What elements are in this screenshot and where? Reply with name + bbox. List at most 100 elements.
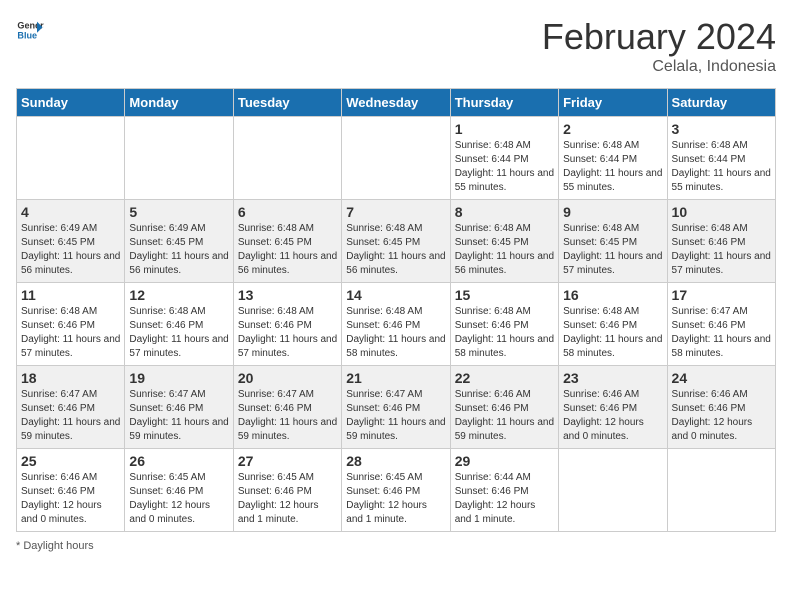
day-number: 7 [346,204,445,220]
day-info: Sunrise: 6:48 AMSunset: 6:46 PMDaylight:… [455,305,554,361]
logo: General Blue [16,16,44,44]
month-title: February 2024 [542,16,776,58]
day-info: Sunrise: 6:47 AMSunset: 6:46 PMDaylight:… [346,388,445,444]
day-info: Sunrise: 6:47 AMSunset: 6:46 PMDaylight:… [129,388,228,444]
day-number: 11 [21,287,120,303]
calendar-week-row: 25 Sunrise: 6:46 AMSunset: 6:46 PMDayligh… [17,449,776,532]
day-info: Sunrise: 6:48 AMSunset: 6:44 PMDaylight:… [455,139,554,195]
day-number: 24 [672,370,771,386]
calendar-cell: 7 Sunrise: 6:48 AMSunset: 6:45 PMDaylight… [342,200,450,283]
calendar-cell: 23 Sunrise: 6:46 AMSunset: 6:46 PMDayligh… [559,366,667,449]
day-info: Sunrise: 6:48 AMSunset: 6:46 PMDaylight:… [21,305,120,361]
day-header-saturday: Saturday [667,89,775,117]
calendar-cell [125,117,233,200]
calendar-cell: 14 Sunrise: 6:48 AMSunset: 6:46 PMDayligh… [342,283,450,366]
calendar-cell [233,117,341,200]
calendar-cell: 15 Sunrise: 6:48 AMSunset: 6:46 PMDayligh… [450,283,558,366]
day-number: 25 [21,453,120,469]
day-info: Sunrise: 6:45 AMSunset: 6:46 PMDaylight:… [346,471,445,527]
day-info: Sunrise: 6:48 AMSunset: 6:46 PMDaylight:… [563,305,662,361]
calendar-cell: 10Sunrise: 6:48 AMSunset: 6:46 PMDayligh… [667,200,775,283]
calendar-cell: 17 Sunrise: 6:47 AMSunset: 6:46 PMDayligh… [667,283,775,366]
day-info: Sunrise: 6:46 AMSunset: 6:46 PMDaylight:… [672,388,771,444]
day-info: Sunrise: 6:48 AMSunset: 6:45 PMDaylight:… [238,222,337,278]
calendar-cell: 1 Sunrise: 6:48 AMSunset: 6:44 PMDaylight… [450,117,558,200]
day-info: Sunrise: 6:47 AMSunset: 6:46 PMDaylight:… [21,388,120,444]
day-info: Sunrise: 6:45 AMSunset: 6:46 PMDaylight:… [238,471,337,527]
calendar-week-row: 4Sunrise: 6:49 AMSunset: 6:45 PMDaylight… [17,200,776,283]
day-info: Sunrise: 6:48 AMSunset: 6:45 PMDaylight:… [346,222,445,278]
calendar-cell: 25 Sunrise: 6:46 AMSunset: 6:46 PMDayligh… [17,449,125,532]
day-number: 21 [346,370,445,386]
day-number: 27 [238,453,337,469]
calendar-cell: 28 Sunrise: 6:45 AMSunset: 6:46 PMDayligh… [342,449,450,532]
day-info: Sunrise: 6:45 AMSunset: 6:46 PMDaylight:… [129,471,228,527]
day-number: 23 [563,370,662,386]
calendar-cell: 26 Sunrise: 6:45 AMSunset: 6:46 PMDayligh… [125,449,233,532]
day-info: Sunrise: 6:49 AMSunset: 6:45 PMDaylight:… [129,222,228,278]
day-info: Sunrise: 6:46 AMSunset: 6:46 PMDaylight:… [455,388,554,444]
day-number: 13 [238,287,337,303]
calendar-cell: 8 Sunrise: 6:48 AMSunset: 6:45 PMDaylight… [450,200,558,283]
day-info: Sunrise: 6:48 AMSunset: 6:46 PMDaylight:… [129,305,228,361]
day-info: Sunrise: 6:48 AMSunset: 6:46 PMDaylight:… [346,305,445,361]
day-info: Sunrise: 6:48 AMSunset: 6:46 PMDaylight:… [672,222,771,278]
day-number: 28 [346,453,445,469]
calendar-cell: 9 Sunrise: 6:48 AMSunset: 6:45 PMDaylight… [559,200,667,283]
calendar-cell [559,449,667,532]
day-number: 15 [455,287,554,303]
calendar-week-row: 11 Sunrise: 6:48 AMSunset: 6:46 PMDayligh… [17,283,776,366]
day-number: 3 [672,121,771,137]
svg-text:Blue: Blue [17,30,37,40]
day-number: 14 [346,287,445,303]
day-number: 22 [455,370,554,386]
day-info: Sunrise: 6:48 AMSunset: 6:45 PMDaylight:… [563,222,662,278]
day-header-friday: Friday [559,89,667,117]
day-info: Sunrise: 6:48 AMSunset: 6:45 PMDaylight:… [455,222,554,278]
calendar-cell: 19 Sunrise: 6:47 AMSunset: 6:46 PMDayligh… [125,366,233,449]
day-number: 26 [129,453,228,469]
day-info: Sunrise: 6:47 AMSunset: 6:46 PMDaylight:… [672,305,771,361]
logo-icon: General Blue [16,16,44,44]
calendar-cell: 2Sunrise: 6:48 AMSunset: 6:44 PMDaylight… [559,117,667,200]
day-header-monday: Monday [125,89,233,117]
calendar-cell: 18 Sunrise: 6:47 AMSunset: 6:46 PMDayligh… [17,366,125,449]
day-number: 8 [455,204,554,220]
day-info: Sunrise: 6:49 AMSunset: 6:45 PMDaylight:… [21,222,120,278]
day-info: Sunrise: 6:46 AMSunset: 6:46 PMDaylight:… [563,388,662,444]
day-number: 9 [563,204,662,220]
calendar-cell: 13 Sunrise: 6:48 AMSunset: 6:46 PMDayligh… [233,283,341,366]
day-number: 6 [238,204,337,220]
day-number: 2 [563,121,662,137]
day-number: 19 [129,370,228,386]
calendar-week-row: 1 Sunrise: 6:48 AMSunset: 6:44 PMDaylight… [17,117,776,200]
day-header-sunday: Sunday [17,89,125,117]
calendar-cell [667,449,775,532]
day-number: 17 [672,287,771,303]
calendar-cell: 3 Sunrise: 6:48 AMSunset: 6:44 PMDaylight… [667,117,775,200]
calendar-cell: 29 Sunrise: 6:44 AMSunset: 6:46 PMDayligh… [450,449,558,532]
day-number: 1 [455,121,554,137]
day-info: Sunrise: 6:48 AMSunset: 6:46 PMDaylight:… [238,305,337,361]
day-number: 29 [455,453,554,469]
day-header-tuesday: Tuesday [233,89,341,117]
day-header-wednesday: Wednesday [342,89,450,117]
calendar-cell: 4Sunrise: 6:49 AMSunset: 6:45 PMDaylight… [17,200,125,283]
day-number: 20 [238,370,337,386]
title-area: February 2024 Celala, Indonesia [542,16,776,76]
calendar-week-row: 18 Sunrise: 6:47 AMSunset: 6:46 PMDayligh… [17,366,776,449]
calendar-cell: 24 Sunrise: 6:46 AMSunset: 6:46 PMDayligh… [667,366,775,449]
day-header-thursday: Thursday [450,89,558,117]
day-number: 18 [21,370,120,386]
day-info: Sunrise: 6:44 AMSunset: 6:46 PMDaylight:… [455,471,554,527]
calendar-cell: 5Sunrise: 6:49 AMSunset: 6:45 PMDaylight… [125,200,233,283]
calendar-table: SundayMondayTuesdayWednesdayThursdayFrid… [16,88,776,532]
day-info: Sunrise: 6:48 AMSunset: 6:44 PMDaylight:… [672,139,771,195]
day-info: Sunrise: 6:47 AMSunset: 6:46 PMDaylight:… [238,388,337,444]
day-info: Sunrise: 6:46 AMSunset: 6:46 PMDaylight:… [21,471,120,527]
calendar-cell: 16Sunrise: 6:48 AMSunset: 6:46 PMDayligh… [559,283,667,366]
footer-text: Daylight hours [23,540,93,552]
calendar-cell: 11 Sunrise: 6:48 AMSunset: 6:46 PMDayligh… [17,283,125,366]
calendar-cell: 22 Sunrise: 6:46 AMSunset: 6:46 PMDayligh… [450,366,558,449]
day-number: 12 [129,287,228,303]
